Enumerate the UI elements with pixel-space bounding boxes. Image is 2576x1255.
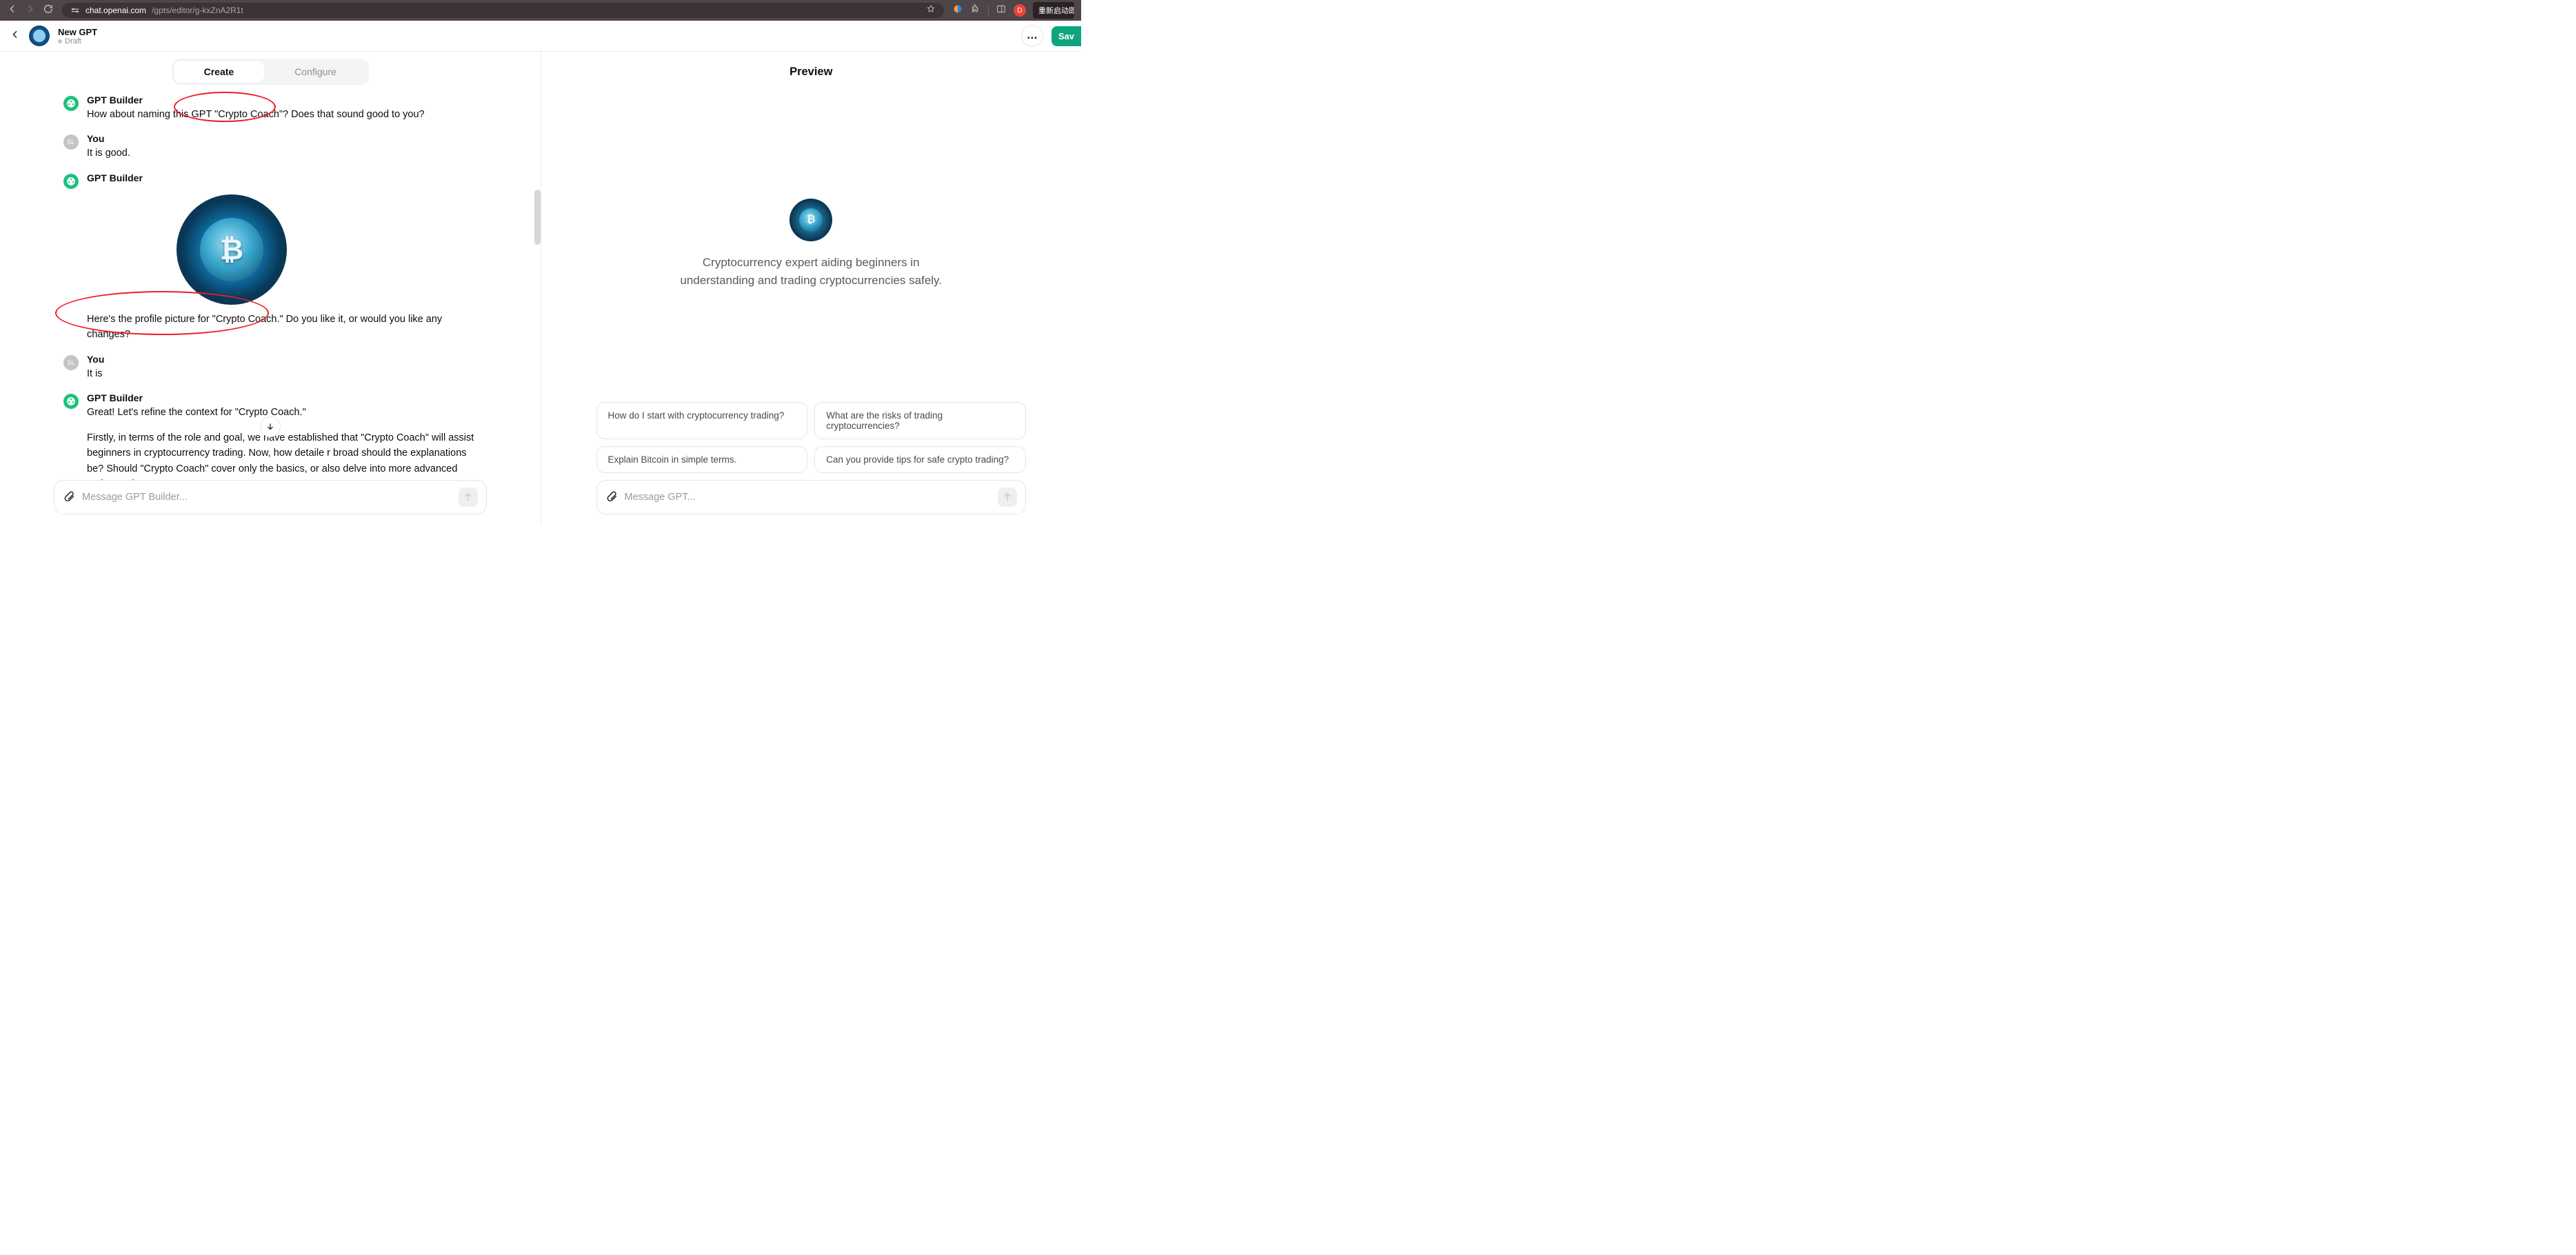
preview-input[interactable]: [596, 480, 1027, 514]
suggestion-card[interactable]: Explain Bitcoin in simple terms.: [596, 446, 808, 473]
preview-description: Cryptocurrency expert aiding beginners i…: [680, 254, 942, 289]
send-button[interactable]: [459, 488, 478, 507]
back-button[interactable]: [10, 29, 21, 43]
preview-gpt-avatar: ₿: [789, 199, 832, 241]
builder-input-field[interactable]: [82, 492, 452, 503]
extension-icon[interactable]: [952, 3, 963, 18]
attach-icon[interactable]: [63, 490, 75, 505]
gpt-avatar: [29, 26, 50, 46]
send-button[interactable]: [998, 488, 1017, 507]
extensions-puzzle-icon[interactable]: [970, 3, 981, 18]
preview-pane: Preview ₿ Cryptocurrency expert aiding b…: [541, 52, 1082, 524]
scroll-to-bottom-button[interactable]: [260, 416, 281, 437]
message-text: Firstly, in terms of the role and goal, …: [87, 430, 485, 480]
browser-reload-icon[interactable]: [43, 3, 54, 18]
tab-create[interactable]: Create: [174, 61, 265, 83]
message-text: Here's the profile picture for "Crypto C…: [87, 312, 485, 343]
message-sender: GPT Builder: [87, 172, 143, 183]
divider: [988, 5, 989, 16]
suggestion-grid: How do I start with cryptocurrency tradi…: [541, 402, 1082, 480]
bookmark-star-icon[interactable]: [926, 4, 936, 17]
sidepanel-icon[interactable]: [996, 3, 1007, 18]
profile-avatar[interactable]: D: [1014, 4, 1026, 17]
address-bar[interactable]: chat.openai.com/gpts/editor/g-kxZnA2R1t: [62, 3, 944, 18]
suggestion-card[interactable]: Can you provide tips for safe crypto tra…: [814, 446, 1026, 473]
tab-switcher: Create Configure: [172, 59, 369, 85]
editor-header: New GPT Draft … Sav: [0, 21, 1081, 52]
more-menu-button[interactable]: …: [1021, 25, 1043, 47]
message-text: How about naming this GPT "Crypto Coach"…: [87, 107, 425, 122]
create-pane: Create Configure GPT Builder How about n…: [0, 52, 541, 524]
message-sender: GPT Builder: [87, 392, 485, 403]
builder-avatar-icon: [63, 174, 79, 189]
tab-configure[interactable]: Configure: [264, 61, 367, 83]
builder-input[interactable]: [54, 480, 487, 514]
user-avatar-icon: SL: [63, 134, 79, 150]
message-text: It is: [87, 366, 104, 381]
preview-input-field[interactable]: [625, 492, 992, 503]
message-sender: GPT Builder: [87, 94, 425, 106]
generated-profile-image: ₿: [177, 194, 287, 305]
browser-back-icon[interactable]: [7, 3, 18, 18]
message-sender: You: [87, 354, 104, 365]
builder-avatar-icon: [63, 394, 79, 409]
page-title: New GPT: [58, 27, 97, 37]
builder-avatar-icon: [63, 96, 79, 111]
relaunch-button[interactable]: 重新启动即可更: [1033, 2, 1074, 19]
scrollbar[interactable]: [534, 190, 541, 245]
conversation: GPT Builder How about naming this GPT "C…: [0, 92, 541, 480]
suggestion-card[interactable]: What are the risks of trading cryptocurr…: [814, 402, 1026, 439]
suggestion-card[interactable]: How do I start with cryptocurrency tradi…: [596, 402, 808, 439]
message-text: It is good.: [87, 145, 130, 161]
preview-heading: Preview: [541, 52, 1082, 86]
draft-label: Draft: [58, 37, 97, 46]
browser-chrome: chat.openai.com/gpts/editor/g-kxZnA2R1t …: [0, 0, 1081, 21]
save-button[interactable]: Sav: [1051, 26, 1081, 46]
site-info-icon[interactable]: [70, 6, 80, 15]
url-path: /gpts/editor/g-kxZnA2R1t: [152, 6, 243, 15]
attach-icon[interactable]: [605, 490, 618, 505]
message-text: Great! Let's refine the context for "Cry…: [87, 405, 485, 420]
user-avatar-icon: SL: [63, 355, 79, 370]
browser-forward-icon: [25, 3, 36, 18]
url-host: chat.openai.com: [85, 6, 146, 15]
message-sender: You: [87, 133, 130, 144]
